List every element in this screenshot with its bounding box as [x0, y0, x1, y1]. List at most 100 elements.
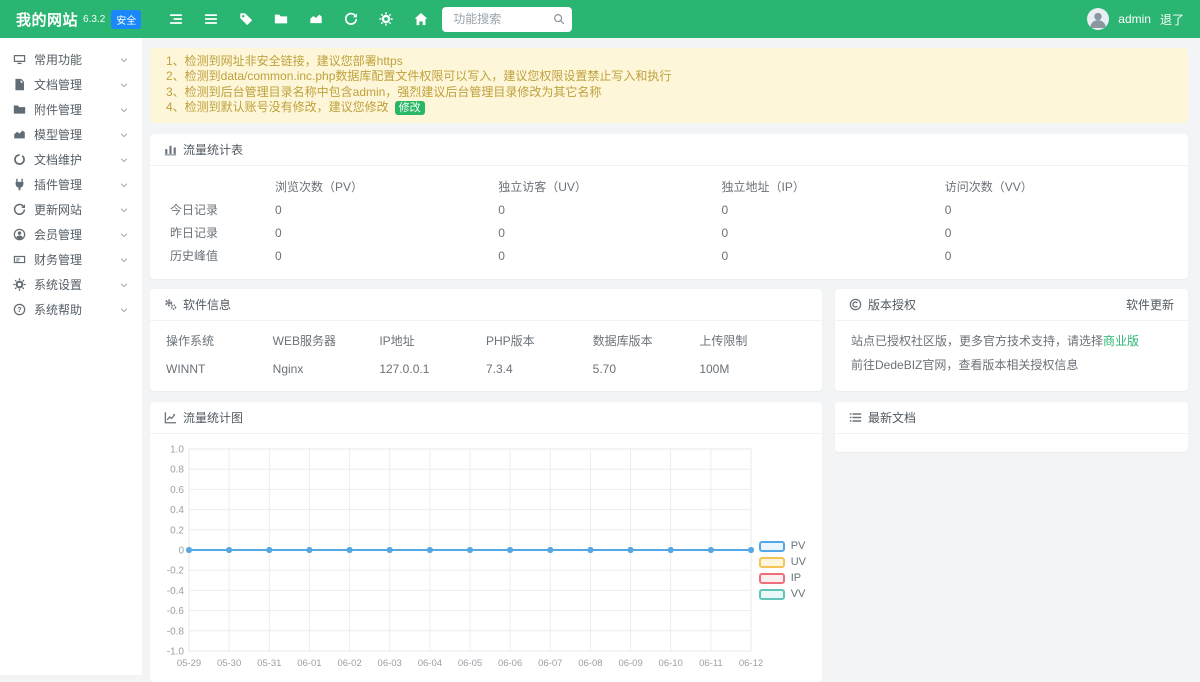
sidebar-item-财务管理[interactable]: 财务管理 [0, 247, 142, 272]
license-line1: 站点已授权社区版，更多官方技术支持，请选择商业版 [851, 329, 1172, 353]
chevron-down-icon [119, 280, 129, 290]
search-icon[interactable] [553, 13, 565, 25]
latest-docs-panel: 最新文档 [835, 402, 1188, 452]
sidebar-item-label: 文档维护 [34, 151, 82, 168]
software-info-table: 操作系统WEB服务器IP地址PHP版本数据库版本上传限制WINNTNginx12… [150, 321, 822, 387]
svg-text:06-09: 06-09 [618, 658, 642, 669]
legend-item-vv[interactable]: VV [759, 588, 806, 600]
modify-action-badge[interactable]: 修改 [395, 101, 425, 115]
file-icon [13, 78, 26, 91]
folder-icon[interactable] [270, 8, 292, 30]
sidebar-item-label: 系统帮助 [34, 301, 82, 318]
legend-label: UV [791, 556, 806, 568]
traffic-chart-panel: 流量统计图 1.00.80.60.40.20-0.2-0.4-0.6-0.8-1… [150, 402, 822, 682]
chevron-down-icon [119, 130, 129, 140]
traffic-table: 浏览次数（PV）独立访客（UV）独立地址（IP）访问次数（VV）今日记录0000… [150, 166, 1188, 279]
legend-item-uv[interactable]: UV [759, 556, 806, 568]
svg-text:06-04: 06-04 [418, 658, 442, 669]
svg-text:0.4: 0.4 [170, 505, 184, 516]
sidebar-item-更新网站[interactable]: 更新网站 [0, 197, 142, 222]
sidebar-item-系统设置[interactable]: 系统设置 [0, 272, 142, 297]
circle-notch-icon [13, 153, 26, 166]
svg-text:-1.0: -1.0 [167, 647, 185, 658]
sidebar-item-常用功能[interactable]: 常用功能 [0, 47, 142, 72]
legend-swatch [759, 589, 785, 600]
stats-value: 0 [945, 198, 1168, 221]
svg-text:0.8: 0.8 [170, 465, 184, 476]
license-header: 版本授权 软件更新 [835, 289, 1188, 321]
list-icon [849, 411, 862, 424]
chart-area-icon[interactable] [305, 8, 327, 30]
stats-col-header: 独立访客（UV） [498, 175, 721, 198]
stats-value: 0 [722, 221, 945, 244]
svg-text:06-01: 06-01 [297, 658, 321, 669]
sidebar-item-会员管理[interactable]: 会员管理 [0, 222, 142, 247]
legend-swatch [759, 557, 785, 568]
sidebar-item-文档维护[interactable]: 文档维护 [0, 147, 142, 172]
traffic-chart-header: 流量统计图 [150, 402, 822, 434]
license-line2: 前往DedeBIZ官网，查看版本相关授权信息 [851, 353, 1172, 377]
legend-swatch [759, 573, 785, 584]
svg-text:0: 0 [178, 546, 184, 557]
legend-item-pv[interactable]: PV [759, 540, 806, 552]
software-field-value: Nginx [273, 362, 380, 376]
chevron-down-icon [119, 80, 129, 90]
svg-text:05-30: 05-30 [217, 658, 241, 669]
legend-label: PV [791, 540, 806, 552]
tag-icon[interactable] [235, 8, 257, 30]
username[interactable]: admin [1118, 12, 1151, 26]
sidebar-item-模型管理[interactable]: 模型管理 [0, 122, 142, 147]
legend-item-ip[interactable]: IP [759, 572, 806, 584]
gear-icon[interactable] [375, 8, 397, 30]
stats-value: 0 [722, 198, 945, 221]
software-field-value: 7.3.4 [486, 362, 593, 376]
chevron-down-icon [119, 105, 129, 115]
software-info-title: 软件信息 [183, 296, 231, 313]
chevron-down-icon [119, 180, 129, 190]
sidebar-item-label: 常用功能 [34, 51, 82, 68]
legend-swatch [759, 541, 785, 552]
traffic-table-header: 流量统计表 [150, 134, 1188, 166]
svg-text:0.2: 0.2 [170, 525, 184, 536]
chevron-down-icon [119, 255, 129, 265]
legend-label: IP [791, 572, 801, 584]
stats-value: 0 [275, 198, 498, 221]
sidebar-item-label: 模型管理 [34, 126, 82, 143]
plug-icon [13, 178, 26, 191]
home-icon[interactable] [410, 8, 432, 30]
commercial-version-link[interactable]: 商业版 [1103, 334, 1139, 348]
sidebar-item-附件管理[interactable]: 附件管理 [0, 97, 142, 122]
sidebar-item-插件管理[interactable]: 插件管理 [0, 172, 142, 197]
svg-text:06-05: 06-05 [458, 658, 482, 669]
sync-icon[interactable] [340, 8, 362, 30]
stats-corner-cell [170, 175, 275, 198]
logout-link[interactable]: 退了 [1160, 11, 1184, 28]
stats-value: 0 [945, 221, 1168, 244]
sidebar-item-文档管理[interactable]: 文档管理 [0, 72, 142, 97]
svg-text:?: ? [17, 307, 21, 314]
topbar: 我的网站 6.3.2 安全 admin 退了 [0, 0, 1200, 38]
security-badge[interactable]: 安全 [111, 10, 141, 29]
chart-bar-icon [164, 143, 177, 156]
svg-text:1.0: 1.0 [170, 445, 184, 456]
search-input[interactable] [451, 11, 553, 27]
svg-text:06-10: 06-10 [659, 658, 683, 669]
chart-legend: PV UV IP VV [759, 540, 806, 600]
stream-icon[interactable] [165, 8, 187, 30]
stats-value: 0 [275, 221, 498, 244]
license-line1-text: 站点已授权社区版，更多官方技术支持，请选择 [851, 334, 1103, 348]
software-field-label: WEB服务器 [273, 332, 380, 349]
stats-value: 0 [498, 244, 721, 267]
legend-label: VV [791, 588, 806, 600]
desktop-icon [13, 53, 26, 66]
sidebar-item-label: 会员管理 [34, 226, 82, 243]
traffic-chart-title: 流量统计图 [183, 409, 243, 426]
chart-line-icon [164, 411, 177, 424]
bars-icon[interactable] [200, 8, 222, 30]
sidebar-item-系统帮助[interactable]: ? 系统帮助 [0, 297, 142, 322]
software-update-link[interactable]: 软件更新 [1126, 296, 1174, 313]
avatar[interactable] [1087, 8, 1109, 30]
sidebar-item-label: 财务管理 [34, 251, 82, 268]
security-alert: 1、检测到网址非安全链接，建议您部署https2、检测到data/common.… [150, 48, 1188, 123]
svg-text:-0.4: -0.4 [167, 586, 185, 597]
